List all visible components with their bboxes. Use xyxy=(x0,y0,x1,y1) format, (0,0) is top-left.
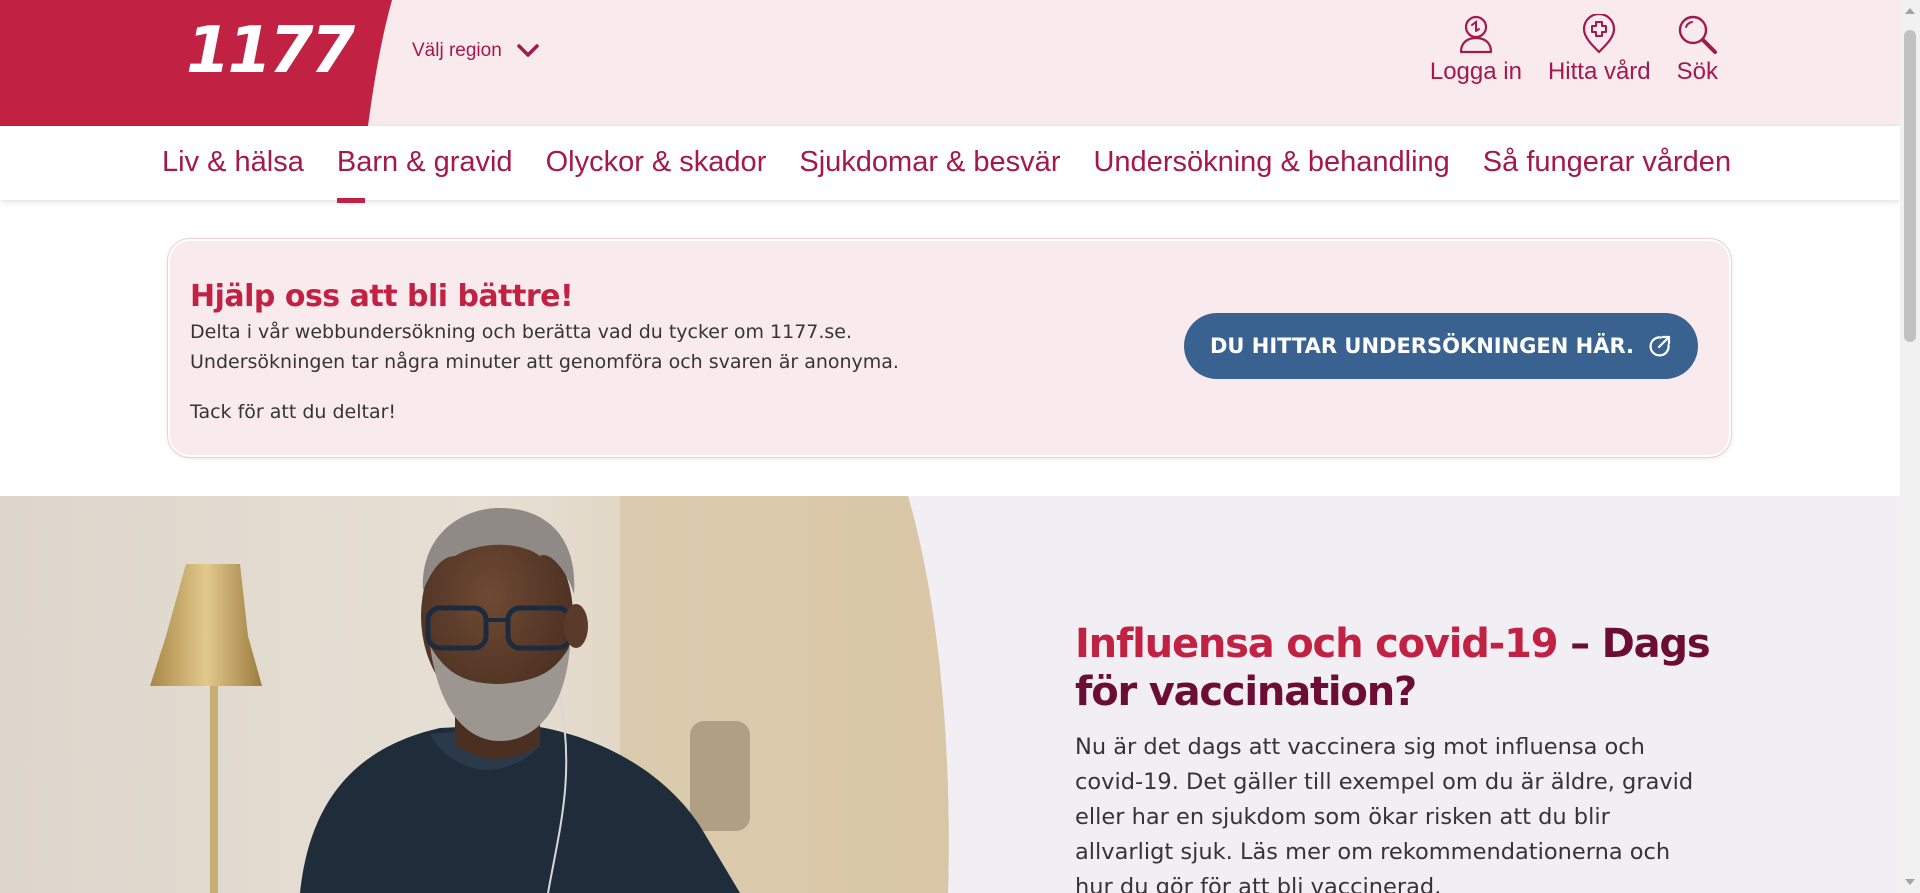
map-pin-cross-icon xyxy=(1583,14,1616,54)
survey-link-button[interactable]: DU HITTAR UNDERSÖKNINGEN HÄR. xyxy=(1184,313,1698,379)
hero-description: Nu är det dags att vaccinera sig mot inf… xyxy=(1075,734,1694,893)
search-label: Sök xyxy=(1676,58,1718,85)
nav-item-sa-fungerar-varden[interactable]: Så fungerar vården xyxy=(1483,146,1731,179)
region-selector[interactable]: Välj region xyxy=(412,40,540,62)
nav-item-olyckor-skador[interactable]: Olyckor & skador xyxy=(546,146,767,179)
logo-text: 1177 xyxy=(186,14,355,88)
logo-link[interactable]: 1177 xyxy=(0,0,392,126)
hero-section: Influensa och covid-19 – Dags för vaccin… xyxy=(0,496,1900,893)
site-header: 1177 Välj region Logga in Hitta vård Sök xyxy=(0,0,1900,126)
survey-description: Delta i vår webbundersökning och berätta… xyxy=(190,321,899,373)
survey-title: Hjälp oss att bli bättre! xyxy=(190,279,574,314)
login-label: Logga in xyxy=(1429,58,1522,85)
page-scrollbar[interactable] xyxy=(1900,0,1920,893)
nav-item-sjukdomar-besvar[interactable]: Sjukdomar & besvär xyxy=(799,146,1060,179)
survey-button-label: DU HITTAR UNDERSÖKNINGEN HÄR. xyxy=(1209,334,1635,358)
main-navigation: Liv & hälsa Barn & gravid Olyckor & skad… xyxy=(0,126,1900,203)
scroll-up-icon[interactable] xyxy=(1905,8,1915,14)
nav-item-undersokning-behandling[interactable]: Undersökning & behandling xyxy=(1093,146,1449,179)
chevron-down-icon xyxy=(517,44,539,57)
user-icon xyxy=(1459,15,1492,54)
survey-thanks: Tack för att du deltar! xyxy=(190,401,397,423)
search-icon xyxy=(1679,15,1718,54)
nav-item-liv-halsa[interactable]: Liv & hälsa xyxy=(162,146,304,179)
find-care-button[interactable]: Hitta vård xyxy=(1548,14,1651,86)
scroll-down-icon[interactable] xyxy=(1905,879,1915,885)
region-label: Välj region xyxy=(412,40,502,61)
hero-photo xyxy=(0,496,949,893)
login-button[interactable]: Logga in xyxy=(1430,14,1522,86)
survey-banner: Hjälp oss att bli bättre! Delta i vår we… xyxy=(167,238,1732,458)
hero-title: Influensa och covid-19 – Dags för vaccin… xyxy=(1075,620,1735,716)
search-button[interactable]: Sök xyxy=(1677,14,1718,86)
scroll-thumb[interactable] xyxy=(1904,30,1916,342)
find-care-label: Hitta vård xyxy=(1547,58,1651,85)
header-actions: Logga in Hitta vård Sök xyxy=(1430,14,1718,86)
external-link-icon xyxy=(1649,335,1671,357)
hero-title-accent: Influensa och covid-19 xyxy=(1075,621,1559,667)
nav-item-barn-gravid[interactable]: Barn & gravid xyxy=(336,146,513,203)
